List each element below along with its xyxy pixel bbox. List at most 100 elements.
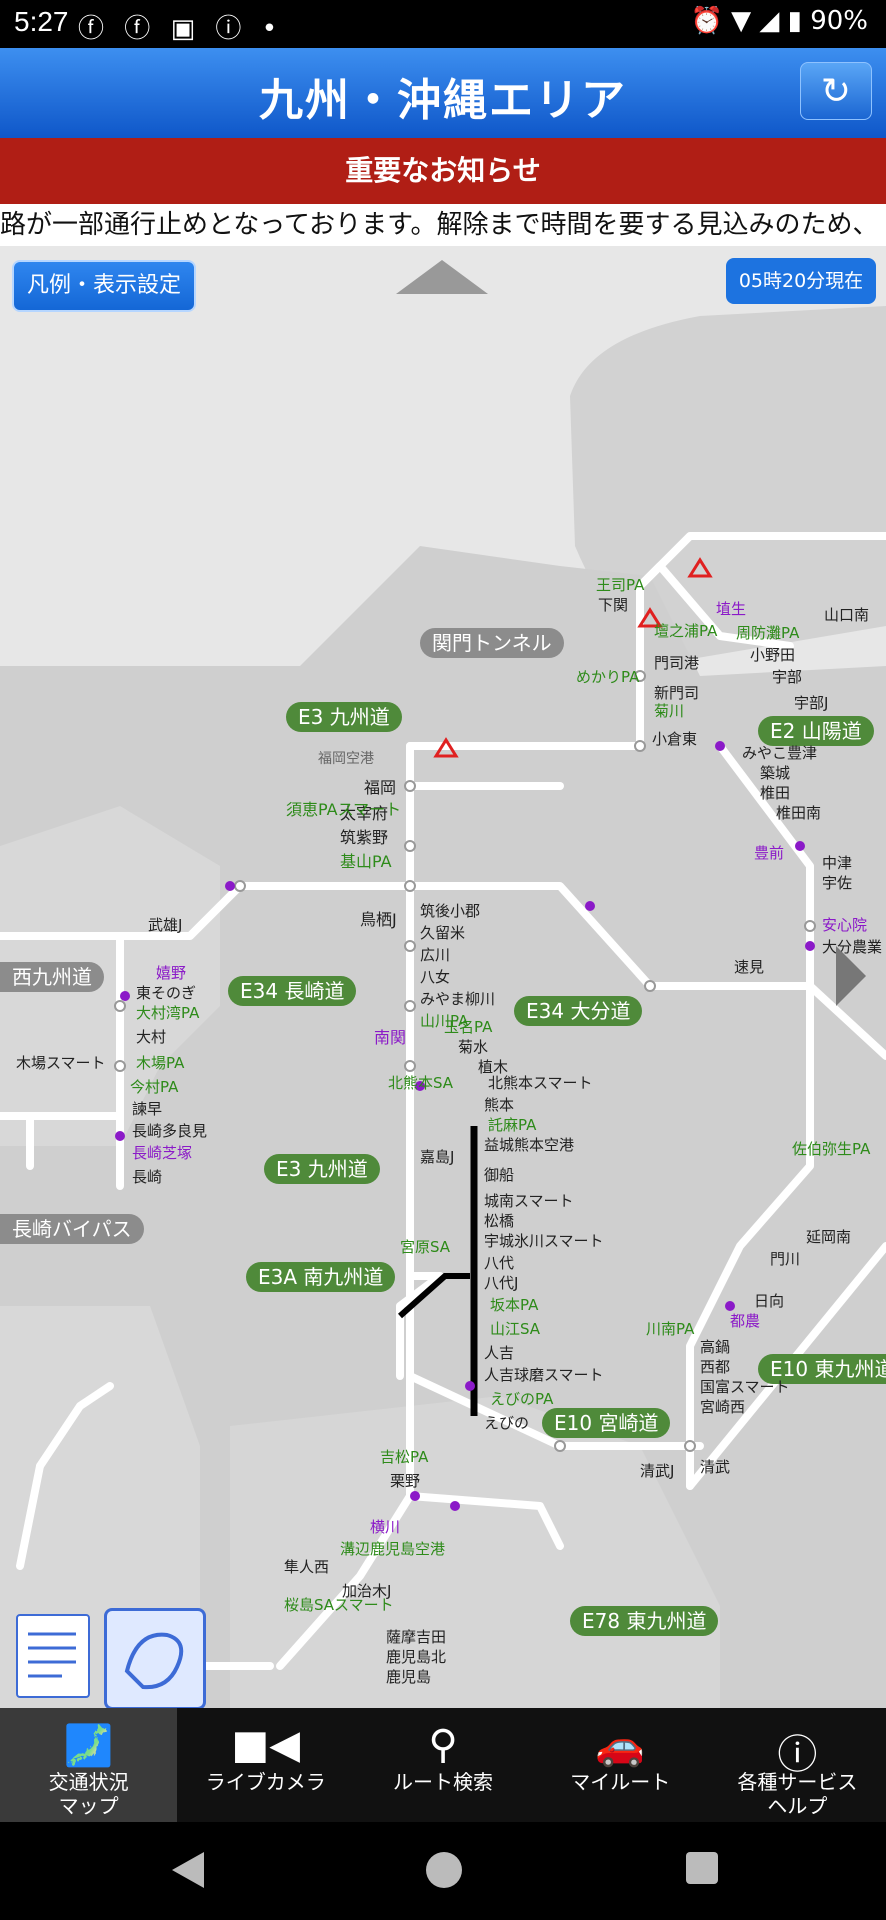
place-label: 人吉球磨スマート [484, 1366, 604, 1384]
place-label: 山口南 [824, 606, 870, 624]
important-notice-bar[interactable]: 重要なお知らせ [0, 138, 886, 204]
place-label: 国富スマート [700, 1378, 790, 1396]
place-label: 小野田 [750, 646, 796, 664]
place-label: 宇部 [772, 668, 803, 686]
tab-live-camera[interactable]: ■◀ ライブカメラ [177, 1708, 354, 1822]
place-label: 周防灘PA [736, 624, 800, 642]
place-label: 山江SA [490, 1320, 541, 1338]
wifi-icon: ▼ [731, 6, 752, 36]
document-icon[interactable] [16, 1614, 90, 1698]
refresh-icon: ↻ [820, 70, 852, 112]
place-label: 須恵PAスマート [286, 800, 402, 819]
place-label: 筑後小郡 [420, 902, 481, 920]
place-label: 安心院 [822, 916, 868, 934]
place-label: 玉名PA [444, 1018, 493, 1036]
place-label: 大村湾PA [136, 1004, 200, 1022]
bottom-tab-bar: 🗾 交通状況 マップ ■◀ ライブカメラ ⚲ ルート検索 🚗 マイルート ⓘ 各… [0, 1708, 886, 1822]
road-tag-kanmon[interactable]: 関門トンネル [420, 628, 564, 658]
place-label: 壇之浦PA [654, 622, 718, 640]
place-label: 嬉野 [156, 964, 187, 982]
status-time: 5:27 [14, 6, 69, 37]
area-map-icon[interactable] [104, 1608, 206, 1708]
facebook-icon: ⓕ [78, 14, 111, 44]
place-label: 長崎芝塚 [132, 1144, 193, 1162]
facebook-icon: ⓕ [124, 14, 157, 44]
tab-services-help[interactable]: ⓘ 各種サービス ヘルプ [709, 1708, 886, 1822]
road-tag-e3-south[interactable]: E3 九州道 [264, 1154, 380, 1184]
place-label: えびの [484, 1414, 530, 1432]
road-tag-nagasaki-bypass[interactable]: 長崎バイパス [0, 1214, 144, 1244]
system-nav-bar [0, 1822, 886, 1920]
place-label: 宇佐 [822, 874, 853, 892]
timestamp-badge: 05時20分現在 [726, 258, 876, 304]
tab-route-search[interactable]: ⚲ ルート検索 [354, 1708, 531, 1822]
place-label: 木場スマート [16, 1054, 106, 1072]
place-label: 広川 [420, 946, 451, 964]
place-label: 八女 [420, 968, 451, 986]
place-label: 新門司 [654, 684, 700, 702]
place-label: めかりPA [576, 668, 640, 686]
back-button[interactable] [172, 1852, 204, 1888]
news-ticker[interactable]: 路が一部通行止めとなっております。解除まで時間を要する見込みのため、 [0, 204, 886, 246]
place-label: 南関 [374, 1028, 407, 1047]
bitmoji-icon: ▣ [170, 14, 202, 44]
alarm-icon: ⏰ [690, 6, 723, 36]
place-label: 武雄J [148, 916, 183, 934]
place-label: 築城 [760, 764, 791, 782]
road-tag-e34-nagasaki[interactable]: E34 長崎道 [228, 976, 357, 1006]
place-label: 高鍋 [700, 1338, 731, 1356]
scroll-up-arrow[interactable] [396, 260, 488, 294]
info-icon: ⓘ [215, 14, 248, 44]
place-label: 人吉 [484, 1344, 515, 1362]
road-tag-e34-oita[interactable]: E34 大分道 [514, 996, 643, 1026]
video-camera-icon: ■◀ [231, 1722, 301, 1768]
scroll-right-arrow[interactable] [836, 946, 866, 1006]
legend-settings-button[interactable]: 凡例・表示設定 [12, 260, 196, 312]
traffic-map[interactable]: E3 九州道 E2 山陽道 関門トンネル 西九州道 E34 長崎道 E34 大分… [0, 246, 886, 1708]
place-label: 椎田 [760, 784, 791, 802]
tab-my-route[interactable]: 🚗 マイルート [532, 1708, 709, 1822]
place-label: 久留米 [420, 924, 466, 942]
place-label: 大村 [136, 1028, 167, 1046]
place-label: 中津 [822, 854, 853, 872]
place-label: 速見 [734, 958, 765, 976]
place-label: 門川 [770, 1250, 801, 1268]
road-tag-west-kyushu[interactable]: 西九州道 [0, 962, 104, 992]
page-title: 九州・沖縄エリア [259, 75, 627, 126]
app-header: 九州・沖縄エリア ↻ [0, 48, 886, 138]
place-label: みやま柳川 [420, 990, 496, 1008]
recents-button[interactable] [686, 1852, 718, 1884]
place-label: 諫早 [132, 1100, 163, 1118]
home-button[interactable] [426, 1852, 462, 1888]
road-tag-e3a[interactable]: E3A 南九州道 [246, 1262, 396, 1292]
road-tag-e10-miyazaki[interactable]: E10 宮崎道 [542, 1408, 671, 1438]
reload-button[interactable]: ↻ [800, 62, 872, 120]
place-label: 益城熊本空港 [484, 1136, 575, 1154]
place-label: 栗野 [390, 1472, 421, 1490]
place-label: 城南スマート [484, 1192, 574, 1210]
place-label: みやこ豊津 [742, 744, 818, 762]
car-icon: 🚗 [595, 1723, 646, 1769]
place-label: 北熊本SA [388, 1074, 454, 1092]
tab-traffic-map[interactable]: 🗾 交通状況 マップ [0, 1708, 178, 1822]
road-tag-e3-north[interactable]: E3 九州道 [286, 702, 402, 732]
place-label: 日向 [754, 1292, 785, 1310]
place-label: 長崎 [132, 1168, 163, 1186]
place-label: 川南PA [646, 1320, 695, 1338]
place-label: 都農 [730, 1312, 761, 1330]
place-label: 西都 [700, 1358, 731, 1376]
road-tag-e78[interactable]: E78 東九州道 [570, 1606, 719, 1636]
place-label: 御船 [484, 1166, 515, 1184]
place-label: 基山PA [340, 852, 392, 871]
place-label: 託麻PA [488, 1116, 537, 1134]
place-label: 宇城氷川スマート [484, 1232, 604, 1250]
place-label: 佐伯弥生PA [792, 1140, 871, 1158]
system-icons: ⏰ ▼ ◢ ▮ 90% [690, 6, 868, 36]
place-label: 薩摩吉田 [386, 1628, 447, 1646]
signal-icon: ◢ [759, 6, 780, 36]
place-label: えびのPA [490, 1390, 554, 1408]
place-label: 豊前 [754, 844, 785, 862]
place-label: 筑紫野 [340, 828, 389, 847]
place-label: 隼人西 [284, 1558, 330, 1576]
place-label: 椎田南 [776, 804, 822, 822]
